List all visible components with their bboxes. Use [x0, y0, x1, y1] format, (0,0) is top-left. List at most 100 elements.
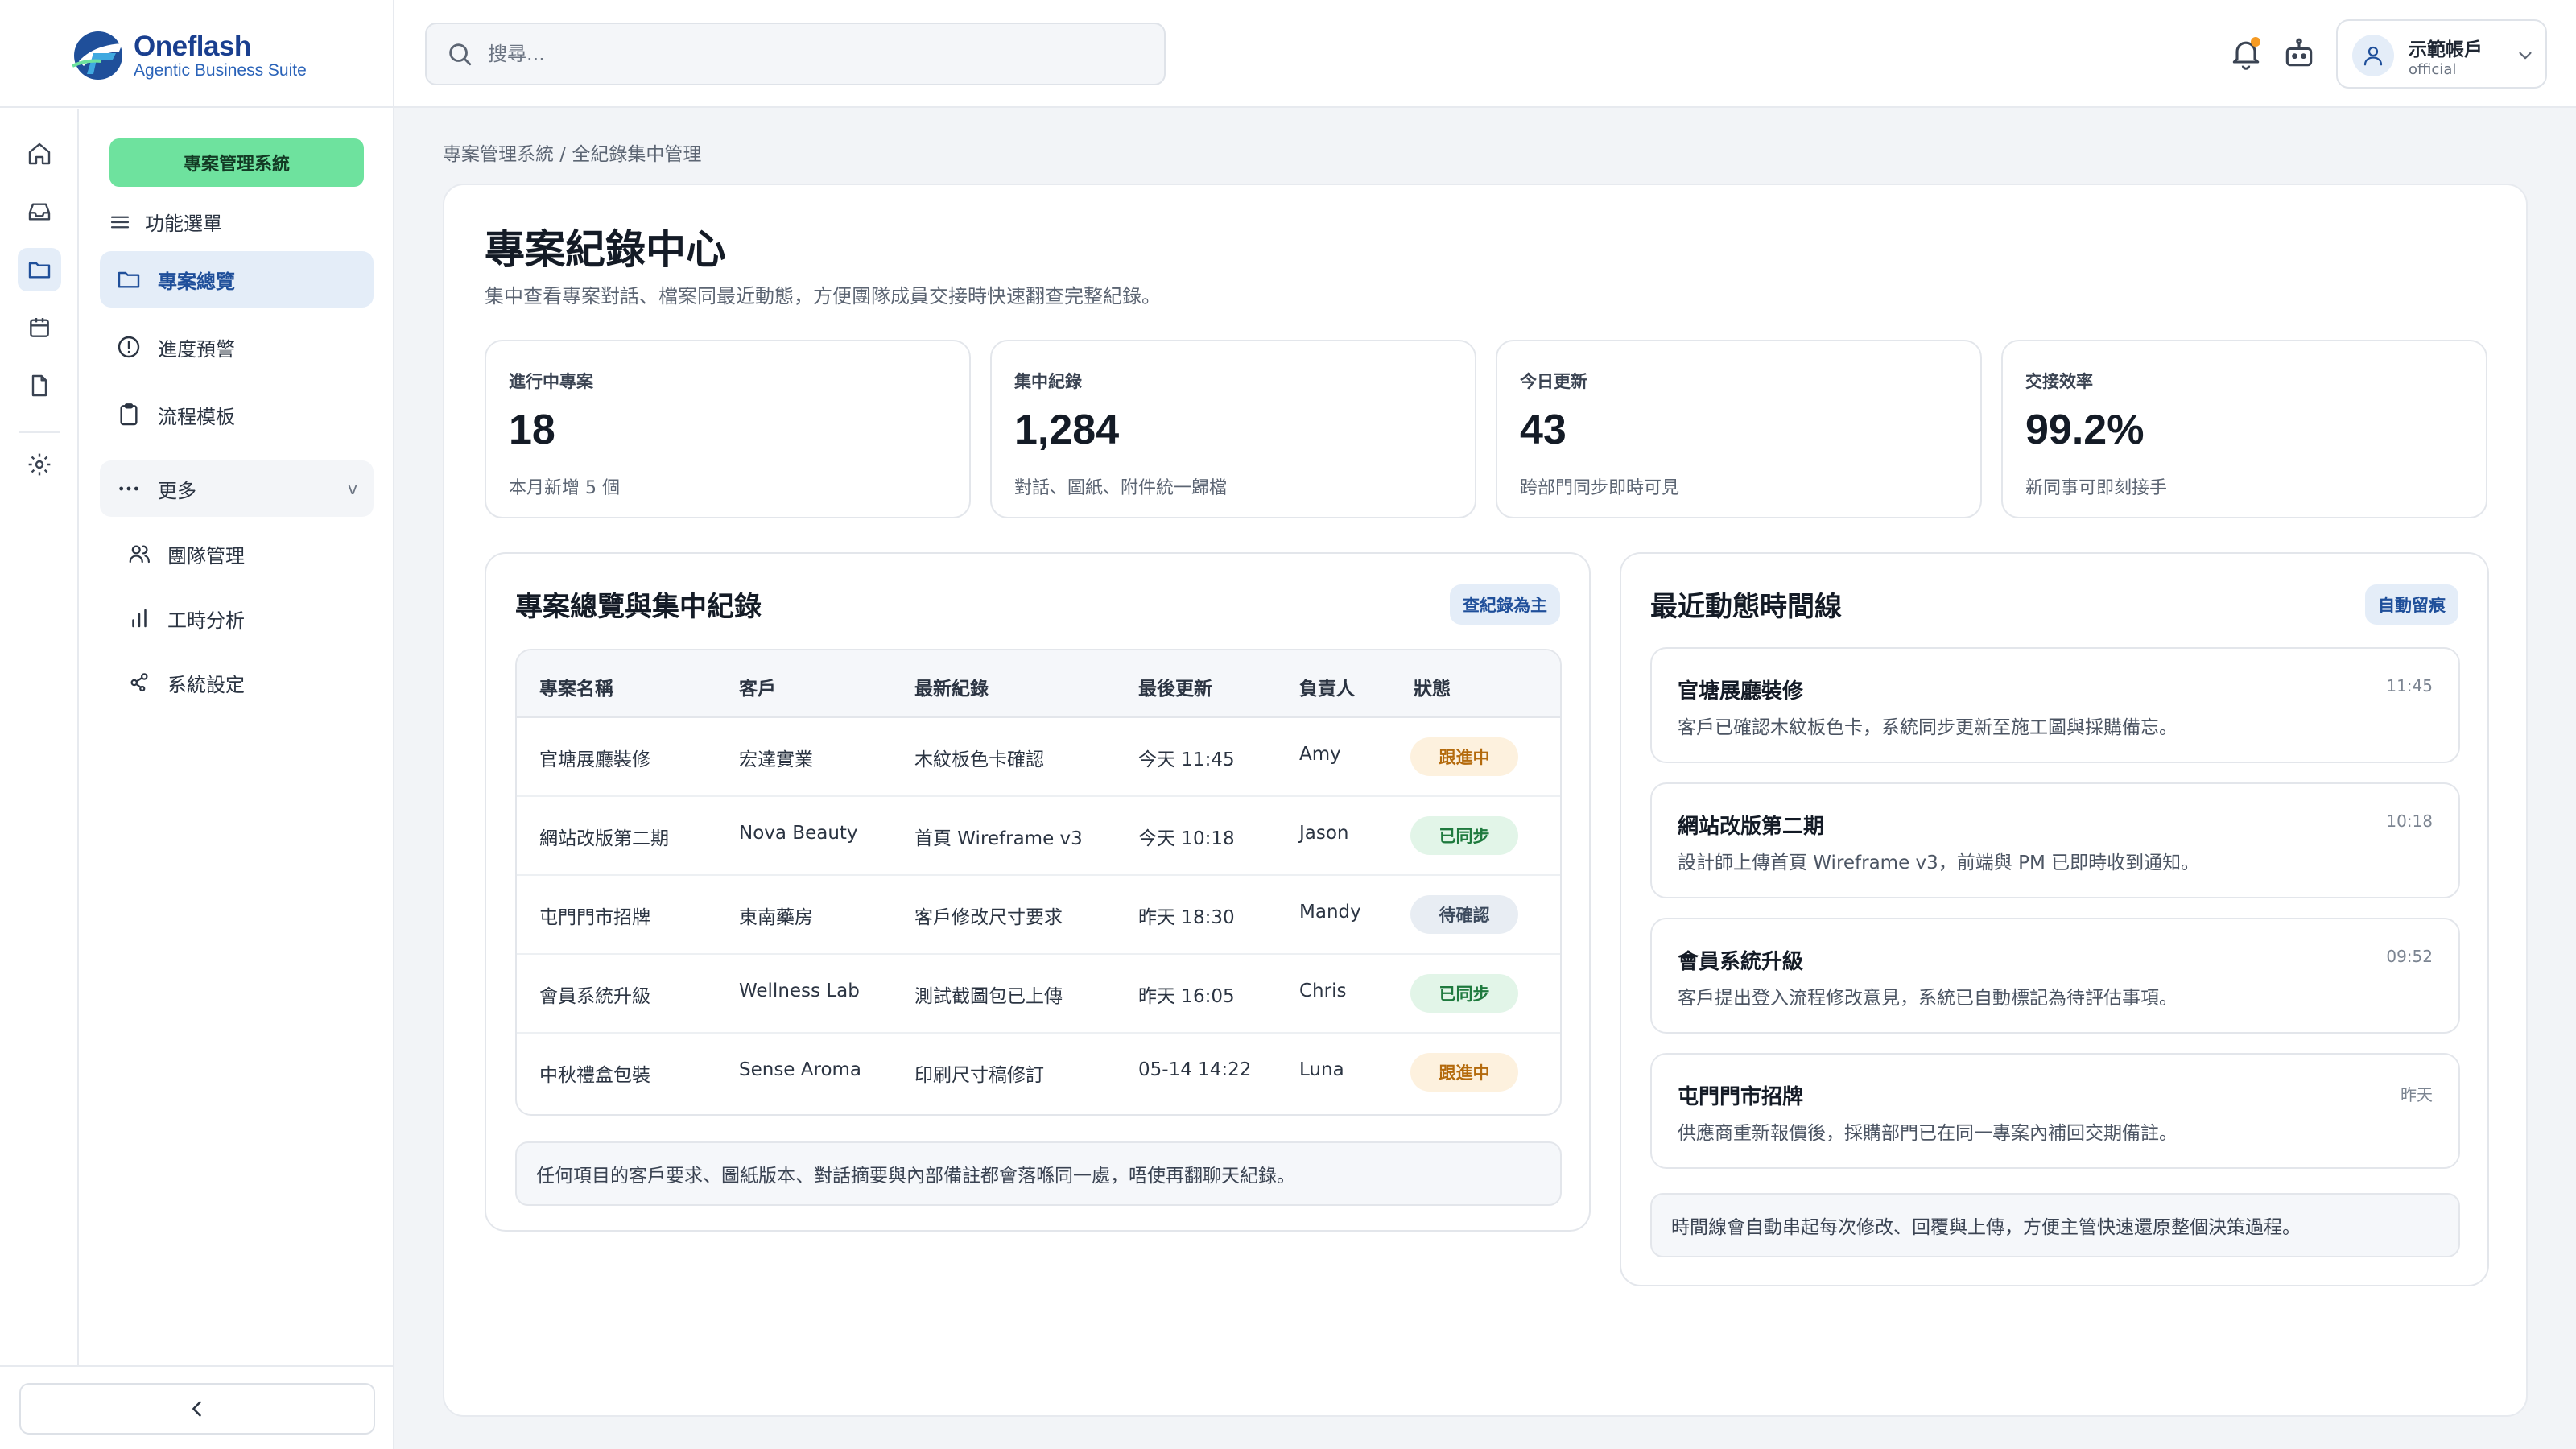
rail-projects-button[interactable] — [18, 248, 61, 291]
status-badge: 跟進中 — [1410, 1053, 1518, 1092]
column-header-owner[interactable]: 負責人 — [1299, 673, 1355, 700]
column-header-project[interactable]: 專案名稱 — [539, 673, 613, 700]
cell-client: Nova Beauty — [739, 823, 858, 844]
sub-item-label: 團隊管理 — [167, 544, 245, 568]
cell-updated: 今天 11:45 — [1138, 749, 1235, 770]
sub-item-system-settings[interactable]: 系統設定 — [127, 660, 245, 705]
settings-nodes-icon — [130, 673, 148, 692]
cell-owner: Jason — [1299, 823, 1349, 844]
stat-value: 99.2% — [2025, 407, 2145, 453]
status-badge: 已同步 — [1410, 816, 1518, 855]
cell-client: 宏達實業 — [739, 749, 813, 770]
event-time: 09:52 — [2386, 947, 2433, 966]
table-row[interactable]: 屯門門市招牌 東南藥房 客戶修改尺寸要求 昨天 18:30 Mandy 待確認 — [517, 876, 1560, 955]
nav-item-more[interactable]: 更多 v — [100, 460, 374, 517]
user-icon — [2363, 46, 2383, 66]
cell-project: 屯門門市招牌 — [539, 907, 650, 928]
timeline-footer-note: 時間線會自動串起每次修改、回覆與上傳，方便主管快速還原整個決策過程。 — [1650, 1193, 2460, 1257]
column-header-client[interactable]: 客戶 — [739, 673, 776, 700]
cell-updated: 05-14 14:22 — [1138, 1059, 1252, 1080]
timeline-event[interactable]: 官塘展廳裝修 11:45 客戶已確認木紋板色卡，系統同步更新至施工圖與採購備忘。 — [1650, 647, 2460, 763]
timeline-card: 最近動態時間線 自動留痕 官塘展廳裝修 11:45 客戶已確認木紋板色卡，系統同… — [1620, 552, 2489, 1286]
menu-title-label: 功能選單 — [145, 213, 222, 235]
sub-item-team-management[interactable]: 團隊管理 — [127, 531, 245, 576]
account-role: official — [2409, 61, 2457, 78]
nav-item-project-overview[interactable]: 專案總覽 — [100, 251, 374, 308]
brand-logo[interactable]: Oneflash Agentic Business Suite — [0, 0, 394, 108]
notifications-button[interactable] — [2228, 35, 2264, 71]
nav-panel: 專案管理系統 功能選單 專案總覽 進度預警 流程模板 更多 v 團隊管理 工時分… — [79, 109, 394, 1365]
project-overview-card: 專案總覽與集中紀錄 查紀錄為主 專案名稱 客戶 最新紀錄 最後更新 負責人 狀態… — [485, 552, 1591, 1232]
nav-item-label: 流程模板 — [158, 405, 235, 428]
stat-card-active-projects: 進行中專案 18 本月新增 5 個 — [485, 340, 971, 518]
table-header: 專案名稱 客戶 最新紀錄 最後更新 負責人 狀態 — [517, 650, 1560, 718]
sub-item-label: 工時分析 — [167, 609, 245, 632]
rail-calendar-button[interactable] — [18, 306, 61, 349]
rail-home-button[interactable] — [18, 132, 61, 175]
search-icon — [449, 43, 472, 66]
column-header-latest[interactable]: 最新紀錄 — [914, 673, 989, 700]
cell-updated: 今天 10:18 — [1138, 828, 1235, 849]
overview-tag: 查紀錄為主 — [1450, 584, 1560, 625]
robot-icon — [2285, 38, 2313, 67]
users-icon — [129, 545, 150, 564]
table-row[interactable]: 網站改版第二期 Nova Beauty 首頁 Wireframe v3 今天 1… — [517, 797, 1560, 876]
assistant-bot-button[interactable] — [2281, 35, 2317, 71]
gear-icon — [28, 453, 51, 476]
table-row[interactable]: 會員系統升級 Wellness Lab 測試截圖包已上傳 昨天 16:05 Ch… — [517, 955, 1560, 1034]
cell-latest: 首頁 Wireframe v3 — [914, 828, 1083, 849]
collapse-sidebar-button[interactable] — [19, 1383, 375, 1435]
sidebar-footer — [0, 1365, 394, 1449]
sidebar: Oneflash Agentic Business Suite 專案管理系統 功… — [0, 0, 394, 1449]
nav-item-label: 更多 — [158, 479, 196, 502]
stat-card-today-updates: 今日更新 43 跨部門同步即時可見 — [1496, 340, 1982, 518]
sub-item-time-analysis[interactable]: 工時分析 — [127, 596, 245, 641]
status-badge: 待確認 — [1410, 895, 1518, 934]
search-box[interactable] — [425, 23, 1166, 85]
stat-label: 進行中專案 — [509, 372, 593, 391]
table-row[interactable]: 中秋禮盒包裝 Sense Aroma 印刷尺寸稿修訂 05-14 14:22 L… — [517, 1034, 1560, 1113]
rail-settings-button[interactable] — [18, 443, 61, 486]
timeline-event[interactable]: 會員系統升級 09:52 客戶提出登入流程修改意見，系統已自動標記為待評估事項。 — [1650, 918, 2460, 1034]
column-header-updated[interactable]: 最後更新 — [1138, 673, 1212, 700]
overview-footer-note: 任何項目的客戶要求、圖紙版本、對話摘要與內部備註都會落喺同一處，唔使再翻聊天紀錄… — [515, 1141, 1562, 1206]
icon-rail — [0, 109, 79, 1365]
breadcrumb: 專案管理系統 / 全紀錄集中管理 — [443, 144, 702, 165]
stat-note: 對話、圖紙、附件統一歸檔 — [1014, 478, 1228, 498]
cell-latest: 測試截圖包已上傳 — [914, 986, 1063, 1007]
brand-name: Oneflash — [134, 31, 251, 62]
bar-chart-icon — [132, 609, 147, 628]
chevron-down-icon: v — [348, 479, 357, 498]
rail-documents-button[interactable] — [18, 364, 61, 407]
stat-label: 交接效率 — [2025, 372, 2093, 391]
cell-owner: Chris — [1299, 980, 1347, 1001]
cell-client: Sense Aroma — [739, 1059, 862, 1080]
alert-circle-icon — [118, 336, 140, 358]
overview-title: 專案總覽與集中紀錄 — [515, 591, 762, 623]
top-bar: 示範帳戶 official — [394, 0, 2576, 108]
search-input[interactable] — [488, 43, 1132, 65]
status-badge: 已同步 — [1410, 974, 1518, 1013]
nav-item-progress-alerts[interactable]: 進度預警 — [100, 319, 374, 375]
table-row[interactable]: 官塘展廳裝修 宏達實業 木紋板色卡確認 今天 11:45 Amy 跟進中 — [517, 718, 1560, 797]
event-description: 客戶提出登入流程修改意見，系統已自動標記為待評估事項。 — [1678, 988, 2178, 1009]
stat-card-records: 集中紀錄 1,284 對話、圖紙、附件統一歸檔 — [990, 340, 1476, 518]
timeline-event[interactable]: 網站改版第二期 10:18 設計師上傳首頁 Wireframe v3，前端與 P… — [1650, 782, 2460, 898]
timeline-tag: 自動留痕 — [2365, 584, 2458, 625]
cell-project: 官塘展廳裝修 — [539, 749, 650, 770]
column-header-status[interactable]: 狀態 — [1414, 673, 1451, 700]
nav-item-workflow-templates[interactable]: 流程模板 — [100, 386, 374, 443]
rail-inbox-button[interactable] — [18, 190, 61, 233]
cell-latest: 印刷尺寸稿修訂 — [914, 1065, 1044, 1086]
cell-client: Wellness Lab — [739, 980, 860, 1001]
event-title: 官塘展廳裝修 — [1678, 679, 1804, 704]
event-title: 會員系統升級 — [1678, 950, 1804, 974]
system-switch-button[interactable]: 專案管理系統 — [109, 138, 364, 187]
nav-item-label: 進度預警 — [158, 337, 235, 361]
stat-note: 本月新增 5 個 — [509, 478, 620, 498]
account-menu[interactable]: 示範帳戶 official — [2336, 19, 2547, 89]
timeline-event[interactable]: 屯門門市招牌 昨天 供應商重新報價後，採購部門已在同一專案內補回交期備註。 — [1650, 1053, 2460, 1169]
sub-item-label: 系統設定 — [167, 673, 245, 696]
timeline-title: 最近動態時間線 — [1650, 591, 1842, 623]
clipboard-icon — [120, 403, 138, 426]
